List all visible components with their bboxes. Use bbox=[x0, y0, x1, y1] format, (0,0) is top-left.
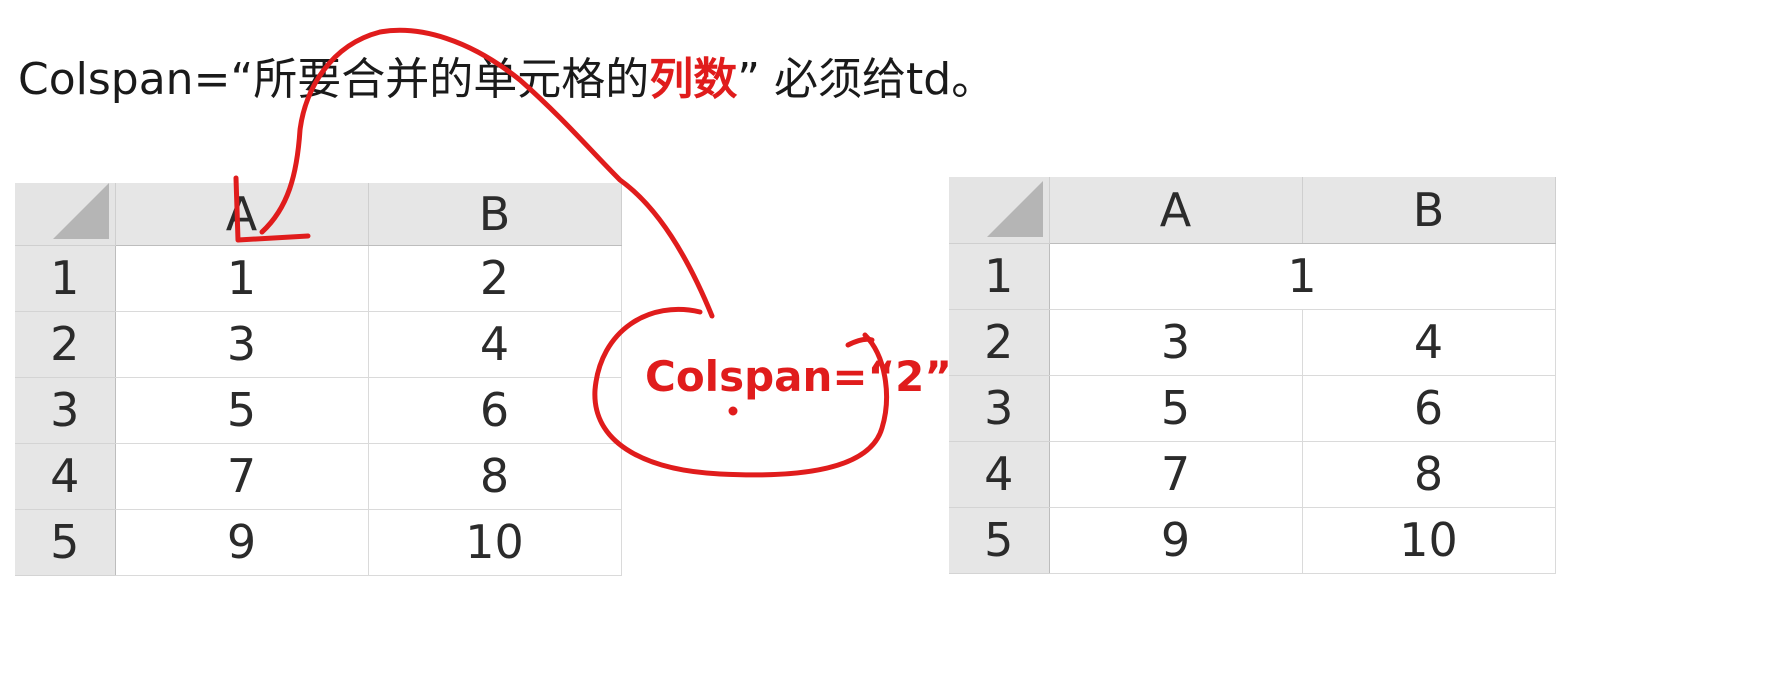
spreadsheet-after: A B 1 1 2 3 4 3 5 6 4 7 8 5 9 10 bbox=[949, 177, 1556, 574]
cell-b4[interactable]: 8 bbox=[368, 443, 622, 510]
colspan-annotation-label: Colspan=“2” bbox=[645, 352, 953, 401]
cell-a4[interactable]: 7 bbox=[115, 443, 369, 510]
table-row: 2 3 4 bbox=[15, 311, 622, 378]
cell-a1[interactable]: 1 bbox=[115, 245, 369, 312]
row-header[interactable]: 3 bbox=[949, 375, 1050, 442]
heading-suffix: ” 必须给td。 bbox=[737, 54, 996, 105]
row-header[interactable]: 4 bbox=[15, 443, 116, 510]
select-all-corner[interactable] bbox=[15, 182, 116, 246]
row-header[interactable]: 2 bbox=[15, 311, 116, 378]
cell-a2[interactable]: 3 bbox=[115, 311, 369, 378]
cell-b5[interactable]: 10 bbox=[1302, 507, 1556, 574]
table-row: 1 1 2 bbox=[15, 245, 622, 312]
column-header-b[interactable]: B bbox=[1302, 177, 1556, 244]
table-row: 2 3 4 bbox=[949, 309, 1556, 376]
table-row: 4 7 8 bbox=[949, 441, 1556, 508]
cell-a5[interactable]: 9 bbox=[115, 509, 369, 576]
row-header[interactable]: 5 bbox=[15, 509, 116, 576]
cell-a5[interactable]: 9 bbox=[1049, 507, 1303, 574]
heading-prefix: Colspan=“所要合并的单元格的 bbox=[18, 54, 650, 105]
cell-b4[interactable]: 8 bbox=[1302, 441, 1556, 508]
table-row: 3 5 6 bbox=[949, 375, 1556, 442]
cell-a3[interactable]: 5 bbox=[115, 377, 369, 444]
cell-a3[interactable]: 5 bbox=[1049, 375, 1303, 442]
cell-b2[interactable]: 4 bbox=[368, 311, 622, 378]
column-header-b[interactable]: B bbox=[368, 183, 622, 246]
cell-b2[interactable]: 4 bbox=[1302, 309, 1556, 376]
row-header[interactable]: 1 bbox=[949, 243, 1050, 310]
corner-triangle-icon bbox=[986, 180, 1043, 237]
row-header[interactable]: 4 bbox=[949, 441, 1050, 508]
row-header[interactable]: 1 bbox=[15, 245, 116, 312]
spreadsheet-before: A B 1 1 2 2 3 4 3 5 6 4 7 8 5 9 10 bbox=[15, 182, 622, 576]
column-header-a[interactable]: A bbox=[1049, 177, 1303, 244]
cell-b3[interactable]: 6 bbox=[1302, 375, 1556, 442]
table-row: 3 5 6 bbox=[15, 377, 622, 444]
annotation-circle-tail bbox=[845, 336, 875, 348]
cell-b5[interactable]: 10 bbox=[368, 509, 622, 576]
table-row: 1 1 bbox=[949, 243, 1556, 310]
row-header[interactable]: 5 bbox=[949, 507, 1050, 574]
cell-a4[interactable]: 7 bbox=[1049, 441, 1303, 508]
row-header[interactable]: 3 bbox=[15, 377, 116, 444]
row-header[interactable]: 2 bbox=[949, 309, 1050, 376]
table-row: 5 9 10 bbox=[949, 507, 1556, 574]
table-row: 5 9 10 bbox=[15, 509, 622, 576]
column-header-a[interactable]: A bbox=[115, 183, 369, 246]
cell-b3[interactable]: 6 bbox=[368, 377, 622, 444]
cell-a2[interactable]: 3 bbox=[1049, 309, 1303, 376]
page-heading: Colspan=“所要合并的单元格的列数” 必须给td。 bbox=[18, 52, 995, 108]
select-all-corner[interactable] bbox=[949, 177, 1050, 244]
corner-triangle-icon bbox=[52, 182, 109, 239]
cell-b1[interactable]: 2 bbox=[368, 245, 622, 312]
table-row: 4 7 8 bbox=[15, 443, 622, 510]
heading-highlight: 列数 bbox=[649, 54, 738, 105]
annotation-dot bbox=[728, 406, 738, 416]
merged-cell-a1-b1[interactable]: 1 bbox=[1049, 243, 1556, 310]
